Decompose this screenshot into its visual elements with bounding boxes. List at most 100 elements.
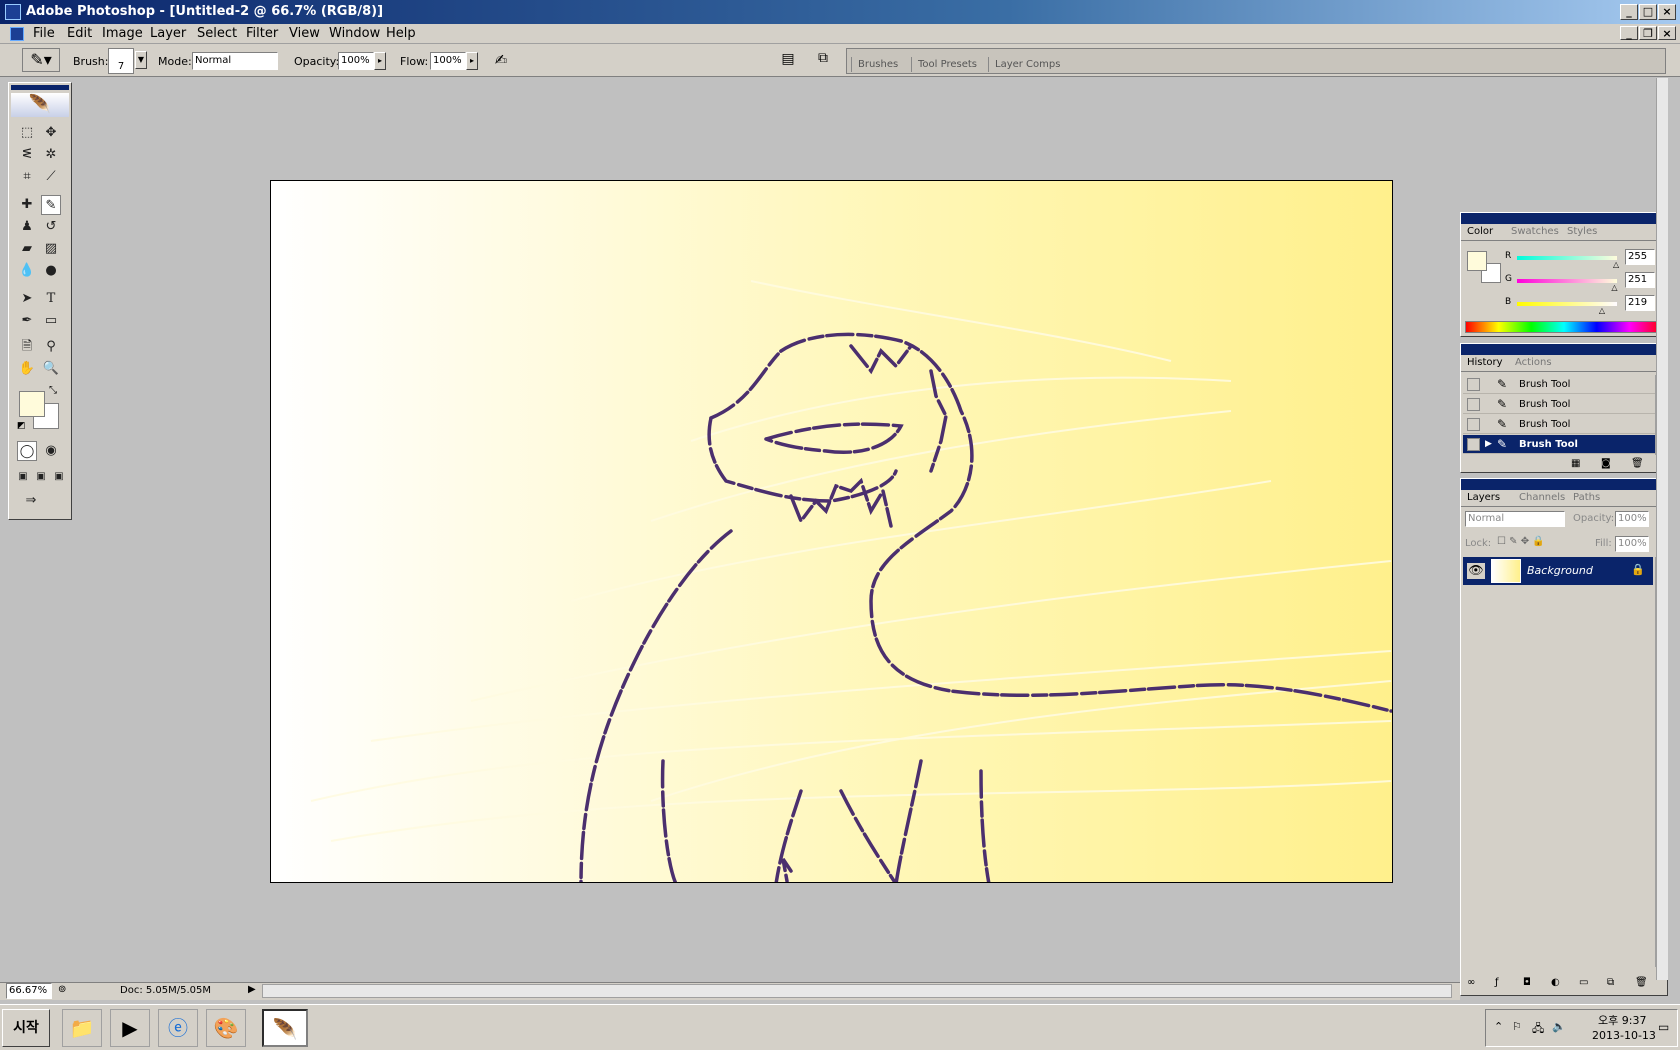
airbrush-icon[interactable]: ✍: [490, 51, 512, 71]
show-desktop-icon[interactable]: ▭: [1658, 1020, 1669, 1034]
adjustment-layer-icon[interactable]: ◐: [1551, 977, 1560, 988]
workspace-scrollbar[interactable]: [1656, 78, 1668, 980]
opacity-slider-button[interactable]: ▸: [374, 52, 386, 70]
menu-edit[interactable]: Edit: [67, 26, 92, 41]
channel-r-input[interactable]: 255: [1625, 249, 1655, 265]
tab-channels[interactable]: Channels: [1515, 492, 1569, 503]
document-icon[interactable]: [10, 27, 24, 41]
history-snapshot-checkbox[interactable]: [1467, 418, 1480, 431]
screen-mode-standard-icon[interactable]: ▣: [13, 467, 33, 487]
blur-tool-icon[interactable]: 💧: [17, 261, 37, 281]
magic-wand-tool-icon[interactable]: ✲: [41, 145, 61, 165]
channel-b-input[interactable]: 219: [1625, 295, 1655, 311]
history-snapshot-checkbox[interactable]: [1467, 398, 1480, 411]
minimize-button[interactable]: _: [1620, 4, 1638, 20]
horizontal-scrollbar[interactable]: [262, 984, 1452, 998]
status-icon[interactable]: ⊚: [58, 984, 66, 995]
swap-colors-icon[interactable]: ⤡: [49, 385, 57, 396]
channel-b-marker[interactable]: △: [1599, 306, 1605, 315]
clock-date[interactable]: 2013-10-13: [1592, 1029, 1656, 1042]
color-spectrum-bar[interactable]: [1465, 321, 1663, 333]
tab-actions[interactable]: Actions: [1511, 357, 1556, 368]
quick-mask-mode-icon[interactable]: ◉: [41, 441, 61, 461]
history-panel-header[interactable]: [1461, 344, 1667, 355]
menu-filter[interactable]: Filter: [246, 26, 278, 41]
toolbox-header[interactable]: [11, 85, 69, 90]
tool-preset-picker[interactable]: ✎▾: [22, 48, 60, 72]
palette-well-icon[interactable]: ⧉: [812, 50, 834, 72]
start-button[interactable]: 시작: [2, 1009, 50, 1047]
color-fg-swatch[interactable]: [1467, 251, 1487, 271]
history-item-selected[interactable]: ▶ ✎ Brush Tool: [1463, 435, 1657, 454]
file-explorer-icon[interactable]: 📁: [62, 1009, 102, 1047]
foreground-color-swatch-top[interactable]: [19, 391, 45, 417]
new-group-icon[interactable]: ▭: [1579, 977, 1588, 988]
link-layers-icon[interactable]: ∞: [1467, 977, 1475, 988]
layer-mask-icon[interactable]: ◘: [1523, 977, 1531, 988]
new-snapshot-icon[interactable]: ◙: [1601, 458, 1611, 469]
lock-icons[interactable]: ☐ ✎ ✥ 🔒: [1497, 536, 1545, 547]
standard-mode-icon[interactable]: ◯: [17, 441, 37, 461]
eyedropper-tool-icon[interactable]: ⚲: [41, 337, 61, 357]
photoshop-taskbar-icon[interactable]: 🪶: [262, 1009, 308, 1047]
pen-tool-icon[interactable]: ✒: [17, 311, 37, 331]
history-snapshot-checkbox[interactable]: [1467, 438, 1480, 451]
marquee-tool-icon[interactable]: ⬚: [17, 123, 37, 143]
doc-close-button[interactable]: ×: [1658, 26, 1676, 40]
channel-g-marker[interactable]: △: [1611, 283, 1617, 292]
document-canvas[interactable]: [270, 180, 1393, 883]
history-snapshot-checkbox[interactable]: [1467, 378, 1480, 391]
menu-file[interactable]: File: [33, 26, 55, 41]
channel-r-marker[interactable]: △: [1613, 260, 1619, 269]
zoom-tool-icon[interactable]: 🔍: [41, 359, 61, 379]
history-item[interactable]: ✎ Brush Tool: [1463, 375, 1657, 394]
hand-tool-icon[interactable]: ✋: [17, 359, 37, 379]
opacity-input[interactable]: 100%: [338, 52, 374, 70]
eye-visibility-icon[interactable]: 👁: [1467, 563, 1485, 579]
new-document-from-state-icon[interactable]: ▦: [1571, 458, 1580, 469]
brush-tool-icon[interactable]: ✎: [41, 195, 61, 215]
layer-opacity-input[interactable]: 100%: [1615, 511, 1649, 527]
screen-mode-full-icon[interactable]: ▣: [49, 467, 69, 487]
close-button[interactable]: ×: [1658, 4, 1676, 20]
status-menu-arrow-icon[interactable]: ▶: [248, 984, 256, 995]
history-item[interactable]: ✎ Brush Tool: [1463, 415, 1657, 434]
crop-tool-icon[interactable]: ⌗: [17, 167, 37, 187]
paint-icon[interactable]: 🎨: [206, 1009, 246, 1047]
layers-panel-header[interactable]: [1461, 479, 1667, 490]
type-tool-icon[interactable]: T: [41, 289, 61, 309]
flow-input[interactable]: 100%: [430, 52, 466, 70]
well-tab-tool-presets[interactable]: Tool Presets: [911, 57, 983, 72]
layer-style-icon[interactable]: ƒ: [1495, 977, 1499, 988]
channel-r-slider[interactable]: [1517, 256, 1617, 260]
tab-layers[interactable]: Layers: [1463, 492, 1505, 503]
brush-size-preview[interactable]: 7: [108, 48, 134, 74]
fill-input[interactable]: 100%: [1615, 536, 1649, 552]
volume-icon[interactable]: 🔈: [1552, 1020, 1566, 1033]
blend-mode-select[interactable]: Normal: [1465, 511, 1565, 527]
path-selection-tool-icon[interactable]: ➤: [17, 289, 37, 309]
network-icon[interactable]: 🖧: [1532, 1020, 1544, 1039]
well-tab-brushes[interactable]: Brushes: [851, 57, 904, 72]
menu-window[interactable]: Window: [329, 26, 380, 41]
channel-g-input[interactable]: 251: [1625, 272, 1655, 288]
brush-dropdown-button[interactable]: ▼: [135, 51, 147, 69]
file-browser-icon[interactable]: ▤: [778, 51, 798, 71]
tray-expand-icon[interactable]: ⌃: [1494, 1020, 1503, 1033]
doc-minimize-button[interactable]: _: [1620, 26, 1638, 40]
channel-g-slider[interactable]: [1517, 279, 1617, 283]
healing-brush-tool-icon[interactable]: ✚: [17, 195, 37, 215]
media-player-icon[interactable]: ▶: [110, 1009, 150, 1047]
shape-tool-icon[interactable]: ▭: [41, 311, 61, 331]
tab-history[interactable]: History: [1463, 357, 1507, 368]
color-panel-header[interactable]: [1461, 213, 1667, 224]
layer-row-background[interactable]: 👁 Background 🔒: [1463, 557, 1653, 585]
new-layer-icon[interactable]: ⧉: [1607, 977, 1614, 988]
menu-layer[interactable]: Layer: [150, 26, 186, 41]
well-tab-layer-comps[interactable]: Layer Comps: [988, 57, 1066, 72]
history-item[interactable]: ✎ Brush Tool: [1463, 395, 1657, 414]
maximize-button[interactable]: □: [1639, 4, 1657, 20]
clone-stamp-tool-icon[interactable]: ♟: [17, 217, 37, 237]
menu-help[interactable]: Help: [386, 26, 416, 41]
dodge-tool-icon[interactable]: ●: [41, 261, 61, 281]
